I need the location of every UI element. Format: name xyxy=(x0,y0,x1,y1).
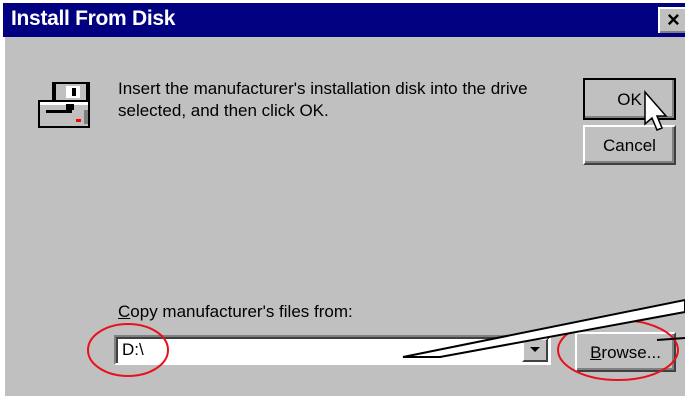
callout-pointer xyxy=(402,298,685,358)
annotation-circle-path xyxy=(87,323,169,377)
mouse-pointer-icon xyxy=(644,90,668,131)
install-from-disk-dialog: Install From Disk × Insert the manufactu… xyxy=(0,0,685,396)
annotation-overlay xyxy=(87,90,685,381)
callout-pointer-line xyxy=(656,337,685,341)
